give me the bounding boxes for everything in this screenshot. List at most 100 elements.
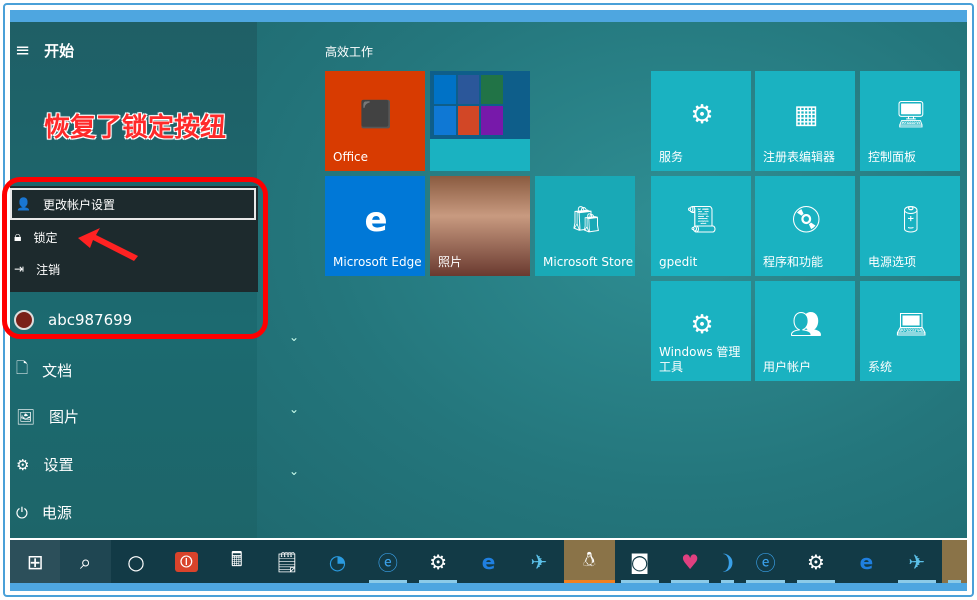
ie-icon: ⓔ (377, 551, 398, 575)
taskbar-app-kingfisher-2[interactable]: ✈ (892, 540, 942, 583)
tile-services[interactable]: ⚙ 服务 (651, 71, 751, 171)
tile-gpedit[interactable]: 📜︎ gpedit (651, 176, 751, 276)
taskbar-app-partial[interactable]: ❩ (715, 540, 740, 583)
tile-label: 程序和功能 (763, 255, 824, 269)
tile-photos[interactable]: 照片 (430, 176, 530, 276)
taskbar-app-power[interactable]: ⏼ (161, 540, 211, 583)
gear-icon: ⚙ (429, 549, 448, 574)
chevron-down-icon[interactable]: ⌄ (289, 330, 299, 344)
media-icon: ◙ (629, 549, 650, 574)
taskbar-app-browser[interactable]: ◔ (312, 540, 362, 583)
chevron-down-icon[interactable]: ⌄ (289, 402, 299, 416)
tile-system[interactable]: 💻︎ 系统 (860, 281, 960, 381)
tile-programs-features[interactable]: 💿︎ 程序和功能 (755, 176, 855, 276)
office-apps-icons (430, 71, 530, 139)
notepad-icon: 🗒︎ (274, 549, 300, 574)
tile-label: Microsoft Store (543, 255, 634, 269)
tile-admin-tools[interactable]: ⚙ Windows 管理工具 (651, 281, 751, 381)
tile-label: 系统 (868, 360, 893, 374)
taskbar: ⊞ ⌕ ○ ⏼ 🖩 🗒︎ ◔ ⓔ ⚙ e ✈ 🐧︎ ◙ ♥ ❩ ⓔ ⚙ e ✈ (10, 540, 968, 583)
taskbar-app-media[interactable]: ◙ (615, 540, 665, 583)
cortana-button[interactable]: ○ (111, 540, 161, 583)
item-label: 设置 (43, 456, 74, 474)
tile-group-title: 高效工作 (325, 45, 374, 59)
taskbar-app-ie[interactable]: ⓔ (363, 540, 413, 583)
users-icon: 👥︎ (789, 310, 823, 340)
taskbar-app-settings[interactable]: ⚙ (413, 540, 463, 583)
picture-icon: 🖼︎ (16, 407, 36, 426)
tile-label: 注册表编辑器 (763, 150, 836, 164)
tile-microsoft-store[interactable]: 🛍︎ Microsoft Store (535, 176, 635, 276)
app-icon: ❩ (719, 549, 737, 574)
battery-icon: 🔋︎ (894, 205, 928, 235)
hamburger-menu-icon[interactable]: ≡ (15, 40, 30, 61)
gear-icon: ⚙ (16, 455, 30, 474)
gallery-icon: ♥ (681, 549, 700, 574)
start-item-power[interactable]: ⏻ 电源 (16, 502, 72, 523)
edge-icon: e (481, 549, 496, 574)
store-icon: 🛍︎ (569, 205, 603, 235)
taskbar-app-qq[interactable]: 🐧︎ (564, 540, 615, 583)
tile-power-options[interactable]: 🔋︎ 电源选项 (860, 176, 960, 276)
tile-label: Windows 管理工具 (659, 345, 741, 374)
red-highlight-box (2, 177, 268, 339)
edge-icon: e (859, 549, 874, 574)
windows-logo-icon: ⊞ (26, 549, 44, 574)
edge-icon: e (364, 200, 388, 240)
start-title: 开始 (44, 42, 75, 60)
tile-label: 电源选项 (868, 255, 917, 269)
qq-penguin-icon: 🐧︎ (583, 546, 596, 571)
tile-label: 服务 (659, 150, 684, 164)
taskbar-app-calculator[interactable]: 🖩 (212, 540, 262, 583)
title-strip (10, 10, 967, 22)
taskbar-app-gallery[interactable]: ♥ (665, 540, 715, 583)
cortana-icon: ○ (127, 549, 145, 574)
taskbar-app-partial-2[interactable] (941, 540, 968, 583)
scroll-icon: 📜︎ (685, 205, 719, 235)
control-panel-icon: 🖥︎ (894, 100, 928, 130)
start-item-pictures[interactable]: 🖼︎ 图片 (16, 406, 79, 427)
item-label: 文档 (42, 362, 73, 380)
tile-office-apps-folder[interactable] (430, 71, 530, 171)
taskbar-app-settings-2[interactable]: ⚙ (791, 540, 841, 583)
bird-icon: ✈ (908, 549, 926, 574)
calculator-icon: 🖩 (230, 546, 243, 571)
search-button[interactable]: ⌕ (60, 540, 111, 583)
office-icon: ⬛ (359, 100, 393, 130)
taskbar-app-kingfisher[interactable]: ✈ (514, 540, 564, 583)
start-item-documents[interactable]: 🗋 文档 (16, 358, 72, 383)
admin-tools-icon: ⚙ (690, 310, 714, 340)
annotation-text: 恢复了锁定按纽 (44, 113, 227, 143)
tile-control-panel[interactable]: 🖥︎ 控制面板 (860, 71, 960, 171)
tile-user-accounts[interactable]: 👥︎ 用户帐户 (755, 281, 855, 381)
chevron-down-icon[interactable]: ⌄ (289, 464, 299, 478)
bird-icon: ✈ (530, 549, 548, 574)
tile-label: Microsoft Edge (333, 255, 422, 269)
registry-icon: ▦ (793, 100, 819, 130)
start-button[interactable]: ⊞ (10, 540, 61, 583)
taskbar-app-edge-2[interactable]: e (841, 540, 891, 583)
start-item-settings[interactable]: ⚙ 设置 (16, 454, 73, 475)
start-header: ≡ 开始 (15, 40, 74, 61)
taskbar-app-ie-2[interactable]: ⓔ (740, 540, 790, 583)
ie-icon: ⓔ (755, 551, 776, 575)
tile-office[interactable]: ⬛ Office (325, 71, 425, 171)
taskbar-app-edge[interactable]: e (463, 540, 513, 583)
tile-label: Office (333, 150, 369, 164)
tile-label: 照片 (438, 255, 463, 269)
gear-icon: ⚙ (807, 549, 825, 574)
item-label: 图片 (49, 408, 80, 426)
programs-icon: 💿︎ (789, 205, 823, 235)
item-label: 电源 (41, 504, 72, 522)
services-gear-icon: ⚙ (690, 100, 714, 130)
tile-label: 控制面板 (868, 150, 917, 164)
bottom-strip (10, 583, 967, 591)
taskbar-app-notepad[interactable]: 🗒︎ (262, 540, 312, 583)
browser-icon: ◔ (328, 549, 347, 574)
tile-label: 用户帐户 (763, 360, 812, 374)
tile-registry-editor[interactable]: ▦ 注册表编辑器 (755, 71, 855, 171)
tile-microsoft-edge[interactable]: e Microsoft Edge (325, 176, 425, 276)
power-app-icon: ⏼ (174, 551, 198, 572)
document-icon: 🗋 (16, 359, 29, 377)
power-icon: ⏻ (16, 503, 28, 522)
